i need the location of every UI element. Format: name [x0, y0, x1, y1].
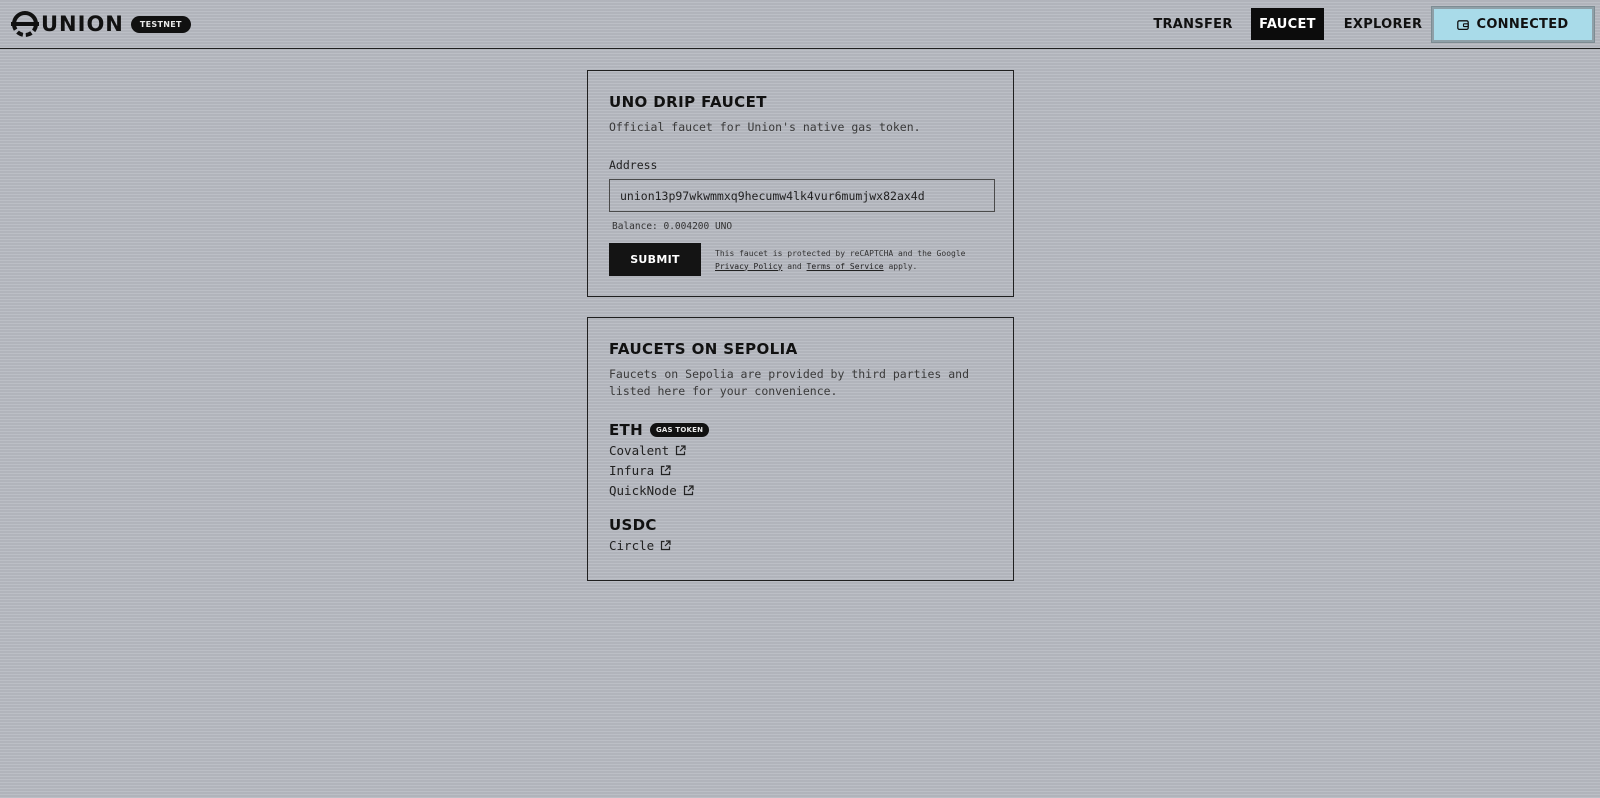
eth-token-heading: ETH GAS TOKEN [609, 421, 993, 439]
quicknode-link-label: QuickNode [609, 483, 677, 498]
connected-label: CONNECTED [1476, 17, 1569, 32]
drip-faucet-title: UNO DRIP FAUCET [609, 93, 767, 111]
eth-token-name: ETH [609, 421, 643, 439]
external-link-icon [683, 485, 694, 496]
nav-explorer[interactable]: EXPLORER [1337, 8, 1429, 40]
submit-button[interactable]: SUBMIT [609, 243, 701, 276]
submit-row: SUBMIT This faucet is protected by reCAP… [609, 243, 993, 276]
uno-drip-faucet-card: UNO DRIP FAUCET Official faucet for Unio… [587, 70, 1014, 297]
sepolia-faucets-card: FAUCETS ON SEPOLIA Faucets on Sepolia ar… [587, 317, 1014, 581]
recaptcha-conjunction: and [787, 261, 802, 271]
usdc-token-name: USDC [609, 516, 657, 534]
address-input[interactable] [609, 179, 995, 212]
top-navigation-bar: UNION TESTNET TRANSFER FAUCET EXPLORER C… [0, 0, 1600, 49]
privacy-policy-link[interactable]: Privacy Policy [715, 262, 782, 271]
sepolia-faucets-title: FAUCETS ON SEPOLIA [609, 340, 798, 358]
circle-faucet-link[interactable]: Circle [609, 537, 993, 554]
circle-link-label: Circle [609, 538, 655, 553]
infura-link-label: Infura [609, 463, 655, 478]
drip-faucet-description: Official faucet for Union's native gas t… [609, 120, 921, 134]
recaptcha-prefix: This faucet is protected by reCAPTCHA an… [715, 248, 966, 258]
testnet-badge: TESTNET [130, 15, 191, 33]
brand-name: UNION [41, 12, 124, 36]
recaptcha-suffix: apply. [888, 261, 918, 271]
union-logo[interactable]: UNION TESTNET [11, 10, 191, 38]
sepolia-faucets-description: Faucets on Sepolia are provided by third… [609, 367, 970, 398]
recaptcha-notice: This faucet is protected by reCAPTCHA an… [715, 247, 965, 273]
terms-of-service-link[interactable]: Terms of Service [807, 262, 884, 271]
usdc-token-heading: USDC [609, 516, 993, 534]
nav-faucet[interactable]: FAUCET [1251, 8, 1324, 40]
gas-token-badge: GAS TOKEN [649, 423, 710, 437]
external-link-icon [676, 445, 686, 456]
balance-text: Balance: 0.004200 UNO [612, 221, 733, 232]
covalent-faucet-link[interactable]: Covalent [609, 442, 993, 459]
external-link-icon [661, 465, 671, 476]
infura-faucet-link[interactable]: Infura [609, 462, 993, 479]
union-logo-icon [11, 11, 39, 37]
quicknode-faucet-link[interactable]: QuickNode [609, 482, 993, 499]
nav-transfer[interactable]: TRANSFER [1152, 8, 1234, 40]
external-link-icon [661, 540, 671, 551]
covalent-link-label: Covalent [609, 443, 670, 458]
wallet-icon [1457, 19, 1470, 30]
address-label: Address [609, 158, 658, 172]
connected-wallet-button[interactable]: CONNECTED [1431, 6, 1595, 43]
